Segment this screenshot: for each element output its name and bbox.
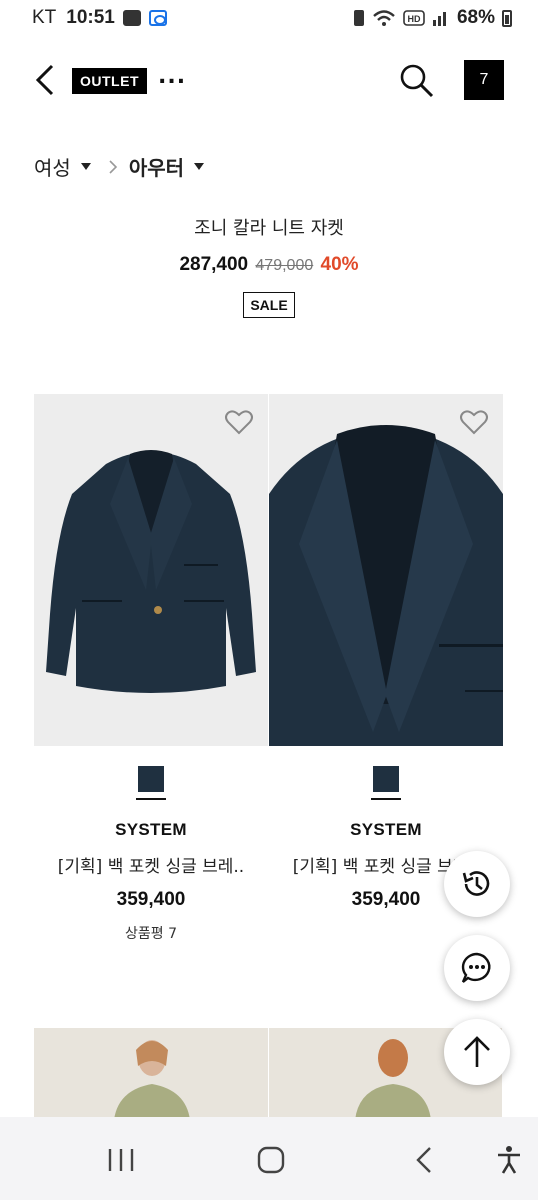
chat-icon [461,952,491,983]
product-image[interactable] [34,394,268,746]
chevron-right-icon [109,159,117,174]
promo-title: 조니 칼라 니트 자켓 [194,218,344,239]
carrier-label: KT [32,7,57,28]
color-chip [373,766,399,792]
promo-banner[interactable]: 조니 칼라 니트 자켓 287,400 479,000 40% SALE [0,214,538,318]
product-card[interactable]: SYSTEM [기획] 백 포켓 싱글 브레.. 359,400 상품평 7 [34,394,268,943]
recent-history-button[interactable] [444,851,510,917]
color-swatch[interactable] [136,766,166,802]
sim-icon [353,10,364,26]
wifi-icon [373,10,395,26]
battery-percent: 68% [456,7,495,28]
product-image[interactable] [34,1028,268,1120]
system-nav-bar [0,1117,538,1200]
heart-icon[interactable] [224,408,254,436]
clock: 10:51 [66,7,115,28]
model-photo [34,1028,268,1120]
product-name[interactable]: [기획] 백 포켓 싱글 브레.. [34,852,268,877]
hd-icon: HD [403,10,425,26]
system-back-button[interactable] [412,1143,436,1177]
system-back-icon [416,1147,431,1173]
breadcrumb-current[interactable]: 아우터 [128,152,205,181]
sale-badge: SALE [243,292,295,318]
product-image[interactable] [269,394,503,746]
home-icon [257,1146,285,1174]
back-arrow-icon[interactable] [32,64,60,96]
breadcrumb-current-label: 아우터 [128,156,185,180]
promo-discount-rate: 40% [320,254,359,275]
arrow-up-icon [464,1036,490,1067]
jacket-image [34,394,268,746]
status-left: KT 10:51 [32,7,167,29]
outlet-logo[interactable]: OUTLET [72,68,147,94]
gallery-icon [122,10,141,26]
color-swatch[interactable] [371,766,401,802]
product-card[interactable]: SYSTEM [기획] 백 포켓 싱글 브레.. 359,400 [269,394,503,911]
promo-prices: 287,400 479,000 40% [0,254,538,276]
product-brand: SYSTEM [350,820,422,839]
promo-original-price: 479,000 [255,257,314,274]
recent-apps-icon [108,1149,134,1171]
status-right: HD 68% [353,7,512,29]
breadcrumb-parent-label: 여성 [34,156,71,180]
signal-icon [432,12,446,26]
accessibility-button[interactable] [494,1143,524,1177]
status-bar: KT 10:51 HD 68% [0,0,538,36]
search-icon[interactable] [398,63,436,99]
product-brand: SYSTEM [115,820,187,839]
selected-underline [136,798,166,800]
more-menu-button[interactable]: ... [158,64,186,89]
dropdown-triangle-icon [80,163,91,170]
recent-apps-button[interactable] [106,1143,136,1177]
app-header: OUTLET ... 7 [0,48,538,112]
promo-sale-price: 287,400 [179,254,249,275]
svg-text:HD: HD [407,14,420,24]
history-icon [462,871,490,896]
breadcrumb-parent[interactable]: 여성 [34,152,91,181]
breadcrumb: 여성 아우터 [34,152,205,181]
jacket-closeup-image [269,394,503,746]
review-count: 상품평 7 [125,926,177,942]
color-chip [138,766,164,792]
battery-icon [502,9,512,27]
home-button[interactable] [256,1143,286,1177]
heart-icon[interactable] [459,408,489,436]
cart-count-button[interactable]: 7 [464,60,504,100]
accessibility-icon [498,1146,520,1174]
next-product-row [34,1028,502,1120]
product-price: 359,400 [116,889,186,910]
chat-button[interactable] [444,935,510,1001]
scroll-to-top-button[interactable] [444,1019,510,1085]
app-icon [148,10,167,26]
dropdown-triangle-icon [194,163,205,170]
selected-underline [371,798,401,800]
